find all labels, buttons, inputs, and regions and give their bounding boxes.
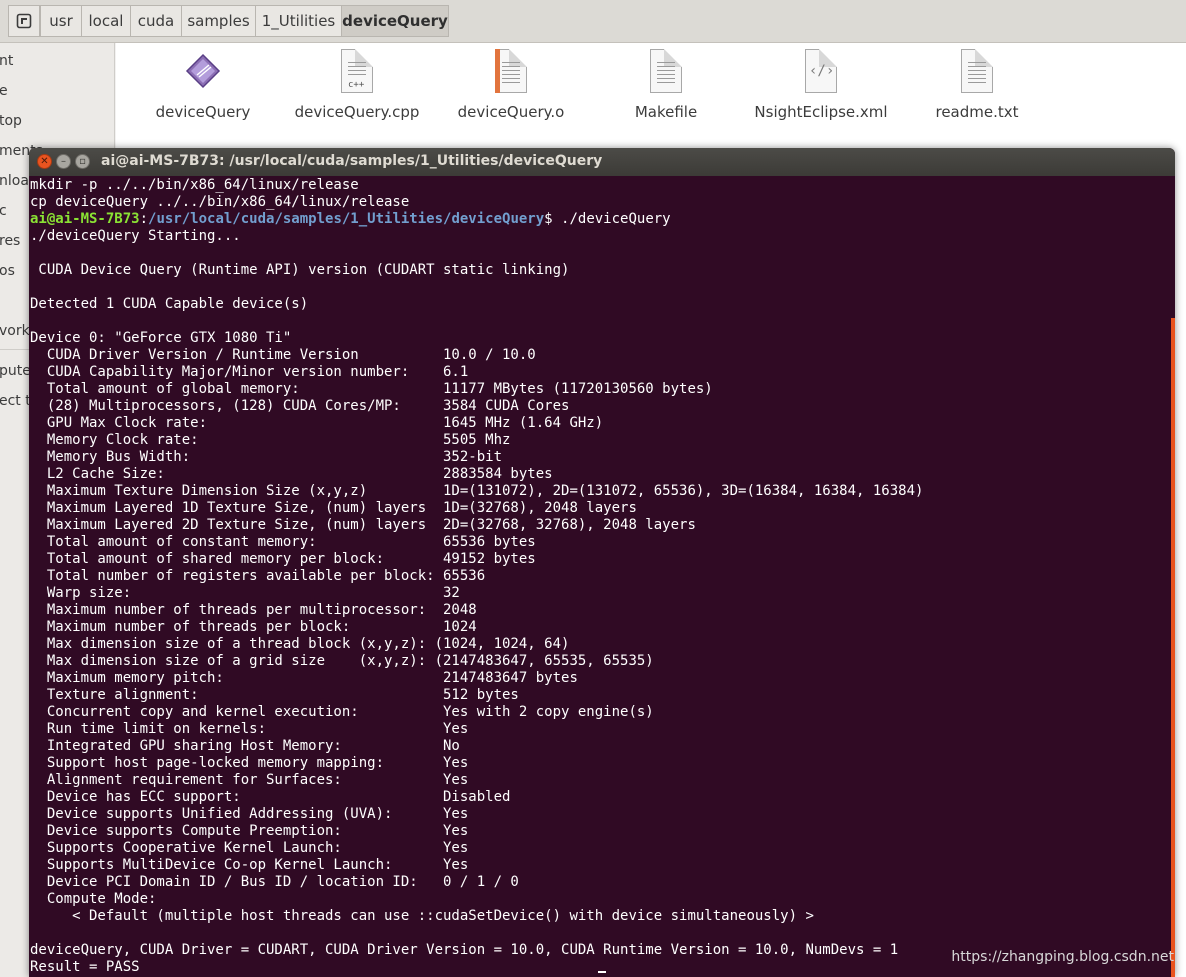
terminal-window[interactable]: ✕ – ▫ ai@ai-MS-7B73: /usr/local/cuda/sam… [29, 148, 1175, 977]
location-icon [16, 13, 32, 29]
terminal-line: Total amount of global memory: 11177 MBy… [30, 381, 713, 397]
sidebar-item-videos[interactable]: os [0, 263, 15, 279]
terminal-line: (28) Multiprocessors, (128) CUDA Cores/M… [30, 398, 570, 414]
path-bar: usr local cuda samples 1_Utilities devic… [0, 0, 1186, 43]
terminal-line: Memory Bus Width: 352-bit [30, 449, 503, 465]
text-file-icon [957, 49, 997, 97]
executable-icon [183, 49, 223, 97]
terminal-output[interactable]: mkdir -p ../../bin/x86_64/linux/release … [30, 177, 1175, 977]
terminal-line: Device supports Unified Addressing (UVA)… [30, 806, 469, 822]
breadcrumb-local[interactable]: local [81, 5, 131, 37]
terminal-line: CUDA Device Query (Runtime API) version … [30, 262, 570, 278]
terminal-line: Compute Mode: [30, 891, 157, 907]
terminal-line: Max dimension size of a thread block (x,… [30, 636, 570, 652]
terminal-line: Total amount of shared memory per block:… [30, 551, 536, 567]
sidebar-item-recent[interactable]: nt [0, 53, 13, 69]
terminal-line: Maximum Layered 2D Texture Size, (num) l… [30, 517, 696, 533]
terminal-line: Device has ECC support: Disabled [30, 789, 511, 805]
terminal-line: GPU Max Clock rate: 1645 MHz (1.64 GHz) [30, 415, 604, 431]
file-name: deviceQuery.o [457, 103, 565, 121]
file-name: deviceQuery [155, 103, 251, 121]
cpp-source-icon: c++ [337, 49, 377, 97]
prompt-separator: : [139, 211, 149, 227]
breadcrumb-cuda[interactable]: cuda [130, 5, 182, 37]
file-item[interactable]: readme.txt [902, 49, 1052, 121]
minimize-icon: – [61, 156, 66, 167]
sidebar-item-network[interactable]: vork [0, 323, 30, 339]
terminal-line: Integrated GPU sharing Host Memory: No [30, 738, 460, 754]
file-name: readme.txt [935, 103, 1019, 121]
sidebar-item-home[interactable]: e [0, 83, 8, 99]
file-item[interactable]: ‹/› NsightEclipse.xml [746, 49, 896, 121]
object-file-icon [491, 49, 531, 97]
file-item[interactable]: Makefile [591, 49, 741, 121]
terminal-prompt-line: ai@ai-MS-7B73:/usr/local/cuda/samples/1_… [30, 211, 1175, 228]
file-item[interactable]: c++ deviceQuery.cpp [282, 49, 432, 121]
terminal-line: Detected 1 CUDA Capable device(s) [30, 296, 309, 312]
terminal-line: Texture alignment: 512 bytes [30, 687, 519, 703]
terminal-titlebar[interactable]: ✕ – ▫ ai@ai-MS-7B73: /usr/local/cuda/sam… [29, 148, 1175, 176]
sidebar-item-pictures[interactable]: res [0, 233, 20, 249]
file-item[interactable]: deviceQuery [128, 49, 278, 121]
close-button[interactable]: ✕ [37, 154, 52, 169]
terminal-line: Support host page-locked memory mapping:… [30, 755, 469, 771]
file-name: deviceQuery.cpp [294, 103, 420, 121]
terminal-title: ai@ai-MS-7B73: /usr/local/cuda/samples/1… [101, 153, 603, 169]
xml-file-icon: ‹/› [801, 49, 841, 97]
terminal-line: Memory Clock rate: 5505 Mhz [30, 432, 511, 448]
terminal-line: Maximum Layered 1D Texture Size, (num) l… [30, 500, 637, 516]
terminal-line: Device PCI Domain ID / Bus ID / location… [30, 874, 519, 890]
sidebar-item-music[interactable]: c [0, 203, 7, 219]
terminal-line: mkdir -p ../../bin/x86_64/linux/release [30, 177, 359, 193]
terminal-line: Total number of registers available per … [30, 568, 486, 584]
terminal-line: Maximum memory pitch: 2147483647 bytes [30, 670, 578, 686]
text-file-icon [646, 49, 686, 97]
terminal-line: L2 Cache Size: 2883584 bytes [30, 466, 553, 482]
terminal-line: CUDA Capability Major/Minor version numb… [30, 364, 469, 380]
terminal-line: Supports Cooperative Kernel Launch: Yes [30, 840, 469, 856]
terminal-line: Maximum Texture Dimension Size (x,y,z) 1… [30, 483, 924, 499]
maximize-button[interactable]: ▫ [75, 154, 90, 169]
terminal-line: < Default (multiple host threads can use… [30, 908, 814, 924]
terminal-line: cp deviceQuery ../../bin/x86_64/linux/re… [30, 194, 410, 210]
prompt-path: /usr/local/cuda/samples/1_Utilities/devi… [148, 211, 545, 227]
prompt-command: ./deviceQuery [561, 211, 671, 227]
watermark: https://zhangping.blog.csdn.net [951, 949, 1174, 965]
terminal-line: Maximum number of threads per block: 102… [30, 619, 477, 635]
terminal-line: Run time limit on kernels: Yes [30, 721, 469, 737]
terminal-line: Device 0: "GeForce GTX 1080 Ti" [30, 330, 292, 346]
file-item[interactable]: deviceQuery.o [436, 49, 586, 121]
terminal-line: Max dimension size of a grid size (x,y,z… [30, 653, 654, 669]
sidebar-item-desktop[interactable]: top [0, 113, 22, 129]
terminal-line: Total amount of constant memory: 65536 b… [30, 534, 536, 550]
terminal-line: Alignment requirement for Surfaces: Yes [30, 772, 469, 788]
text-cursor [598, 971, 606, 973]
sidebar-item-connect-to-server[interactable]: ect t [0, 393, 31, 409]
terminal-line: Device supports Compute Preemption: Yes [30, 823, 469, 839]
terminal-line: CUDA Driver Version / Runtime Version 10… [30, 347, 536, 363]
terminal-scrollbar[interactable] [1171, 318, 1175, 977]
file-name: NsightEclipse.xml [754, 103, 888, 121]
terminal-line: Maximum number of threads per multiproce… [30, 602, 477, 618]
prompt-symbol: $ [544, 211, 562, 227]
terminal-line: Supports MultiDevice Co-op Kernel Launch… [30, 857, 469, 873]
breadcrumb-samples[interactable]: samples [181, 5, 256, 37]
minimize-button[interactable]: – [56, 154, 71, 169]
terminal-line: ./deviceQuery Starting... [30, 228, 241, 244]
breadcrumb-devicequery[interactable]: deviceQuery [341, 5, 449, 37]
breadcrumb-usr[interactable]: usr [40, 5, 82, 37]
maximize-icon: ▫ [79, 156, 86, 167]
close-icon: ✕ [40, 156, 49, 167]
file-name: Makefile [634, 103, 698, 121]
prompt-user: ai@ai-MS-7B73 [30, 211, 140, 227]
history-toggle-button[interactable] [8, 5, 40, 37]
terminal-line: Concurrent copy and kernel execution: Ye… [30, 704, 654, 720]
terminal-line: Warp size: 32 [30, 585, 460, 601]
breadcrumb-1-utilities[interactable]: 1_Utilities [255, 5, 342, 37]
